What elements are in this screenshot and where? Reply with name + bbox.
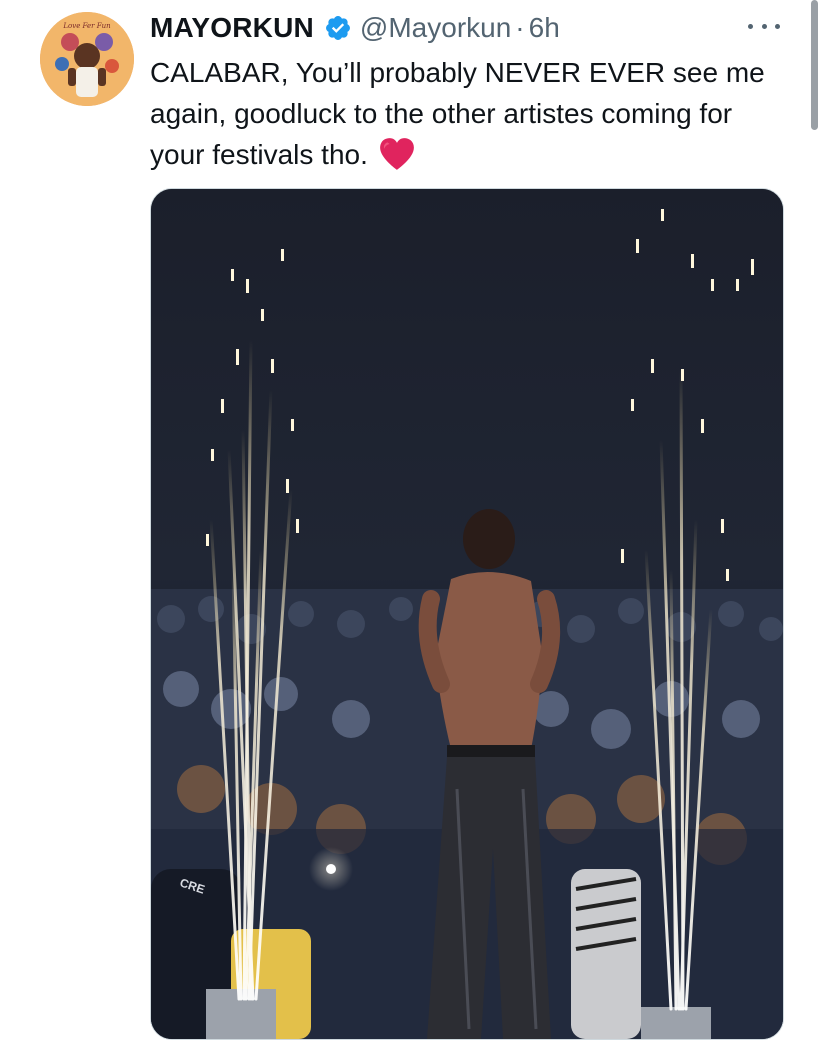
profile-avatar-icon: Love Fer Fun — [40, 12, 134, 106]
tweet-body: CALABAR, You’ll probably NEVER EVER see … — [150, 57, 765, 170]
avatar[interactable]: Love Fer Fun — [40, 12, 134, 106]
tweet-text: CALABAR, You’ll probably NEVER EVER see … — [150, 52, 790, 175]
timestamp[interactable]: 6h — [529, 12, 560, 44]
scrollbar[interactable] — [811, 0, 818, 130]
concert-photo: CRE — [151, 189, 783, 1039]
separator-dot: · — [515, 12, 525, 43]
tweet-header: MAYORKUN @Mayorkun · 6h — [150, 8, 762, 48]
user-handle[interactable]: @Mayorkun — [360, 12, 511, 44]
avatar-caption: Love Fer Fun — [62, 22, 111, 30]
red-heart-icon — [378, 136, 416, 172]
tweet-media-image[interactable]: CRE — [150, 188, 784, 1040]
verified-badge-icon — [324, 14, 352, 42]
display-name[interactable]: MAYORKUN — [150, 12, 314, 44]
more-options-icon[interactable] — [748, 16, 780, 36]
